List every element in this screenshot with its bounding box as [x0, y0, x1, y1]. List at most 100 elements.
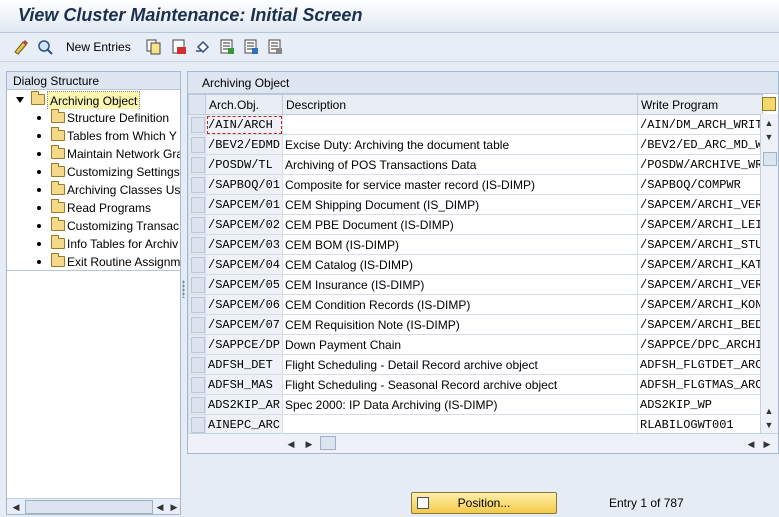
select-all-icon[interactable]: [218, 39, 235, 55]
description-cell: CEM BOM (IS-DIMP): [282, 234, 638, 255]
scroll-thumb[interactable]: [25, 500, 153, 514]
tree-node[interactable]: Exit Routine Assignm: [7, 253, 180, 271]
table-row[interactable]: /SAPPCE/DP Down Payment Chain/SAPPCE/DPC_…: [188, 334, 763, 355]
scroll-left-icon[interactable]: ◀: [284, 437, 298, 451]
table-row[interactable]: ADFSH_DET Flight Scheduling - Detail Reco…: [188, 354, 763, 375]
deselect-all-icon[interactable]: [266, 39, 283, 55]
row-selector[interactable]: [188, 394, 206, 415]
description-cell: CEM PBE Document (IS-DIMP): [282, 214, 638, 235]
table-row[interactable]: ADS2KIP_AR Spec 2000: IP Data Archiving (…: [188, 394, 763, 415]
tree-node[interactable]: Archiving Classes Us: [7, 181, 180, 199]
row-selector[interactable]: [188, 334, 206, 355]
arch-obj-cell[interactable]: /SAPCEM/01: [205, 194, 283, 215]
delete-icon[interactable]: [170, 39, 187, 55]
row-selector[interactable]: [188, 314, 206, 335]
arch-obj-cell[interactable]: ADFSH_MAS: [205, 374, 283, 395]
table-row[interactable]: /AIN/ARCH/AIN/DM_ARCH_WRIT: [188, 114, 763, 135]
tree-node-label: Archiving Object: [47, 91, 141, 109]
scroll-right-icon[interactable]: ▶: [760, 437, 774, 451]
scroll-left-icon[interactable]: ◀: [744, 437, 758, 451]
table-row[interactable]: /SAPCEM/01 CEM Shipping Document (IS_DIMP…: [188, 194, 763, 215]
folder-icon: [51, 199, 65, 213]
row-selector[interactable]: [188, 274, 206, 295]
arch-obj-cell[interactable]: /SAPCEM/04: [205, 254, 283, 275]
table-row[interactable]: /SAPCEM/05 CEM Insurance (IS-DIMP)/SAPCEM…: [188, 274, 763, 295]
arch-obj-cell[interactable]: AINEPC_ARC: [205, 414, 283, 435]
scroll-up-icon[interactable]: ▲: [762, 116, 776, 130]
scroll-right-icon[interactable]: ▶: [302, 437, 316, 451]
row-selector[interactable]: [188, 354, 206, 375]
copy-icon[interactable]: [145, 39, 162, 55]
arch-obj-cell[interactable]: /POSDW/TL: [205, 154, 283, 175]
tree-node[interactable]: Info Tables for Archiv: [7, 235, 180, 253]
row-selector[interactable]: [188, 134, 206, 155]
tree-node[interactable]: Maintain Network Gra: [7, 145, 180, 163]
scroll-left-icon[interactable]: ◀: [9, 500, 23, 514]
vertical-scrollbar[interactable]: ▲ ▼ ▲ ▼: [760, 114, 778, 434]
table-row[interactable]: /SAPCEM/04 CEM Catalog (IS-DIMP)/SAPCEM/A…: [188, 254, 763, 275]
position-button-label: Position...: [457, 496, 511, 510]
scroll-up-icon[interactable]: ▲: [762, 404, 776, 418]
arch-obj-cell[interactable]: /SAPCEM/06: [205, 294, 283, 315]
arch-obj-cell[interactable]: /SAPPCE/DP: [205, 334, 283, 355]
row-selector[interactable]: [188, 294, 206, 315]
column-header-arch-obj[interactable]: Arch.Obj.: [205, 94, 283, 115]
scroll-left-icon[interactable]: ◀: [153, 500, 167, 514]
row-selector[interactable]: [188, 374, 206, 395]
position-button[interactable]: Position...: [411, 492, 557, 514]
tree-node[interactable]: Read Programs: [7, 199, 180, 217]
dialog-structure-pane: Dialog Structure Archiving Object Struct…: [6, 71, 181, 515]
footer-bar: Position... Entry 1 of 787: [187, 454, 779, 517]
arch-obj-cell[interactable]: /AIN/ARCH: [205, 114, 283, 135]
scroll-down-icon[interactable]: ▼: [762, 418, 776, 432]
arch-obj-cell[interactable]: /BEV2/EDMD: [205, 134, 283, 155]
arch-obj-cell[interactable]: /SAPBOQ/01: [205, 174, 283, 195]
new-entries-button[interactable]: New Entries: [66, 40, 131, 54]
horizontal-scrollbar[interactable]: ◀ ◀ ▶: [7, 498, 180, 514]
scroll-thumb[interactable]: [320, 436, 336, 450]
table-row[interactable]: /BEV2/EDMD Excise Duty: Archiving the doc…: [188, 134, 763, 155]
table-row[interactable]: /SAPCEM/02 CEM PBE Document (IS-DIMP)/SAP…: [188, 214, 763, 235]
arch-obj-cell[interactable]: ADFSH_DET: [205, 354, 283, 375]
arch-obj-cell[interactable]: /SAPCEM/05: [205, 274, 283, 295]
row-selector[interactable]: [188, 114, 206, 135]
column-settings-icon[interactable]: [762, 97, 776, 111]
arch-obj-cell[interactable]: /SAPCEM/03: [205, 234, 283, 255]
collapse-triangle-icon[interactable]: [16, 97, 24, 103]
row-selector[interactable]: [188, 174, 206, 195]
arch-obj-cell[interactable]: /SAPCEM/07: [205, 314, 283, 335]
column-header-write-program[interactable]: Write Program: [637, 94, 763, 115]
tree-node[interactable]: Structure Definition: [7, 109, 180, 127]
row-selector[interactable]: [188, 414, 206, 435]
table-row[interactable]: /SAPCEM/03 CEM BOM (IS-DIMP)/SAPCEM/ARCHI…: [188, 234, 763, 255]
scroll-down-icon[interactable]: ▼: [762, 130, 776, 144]
glasses-icon[interactable]: [36, 39, 53, 55]
tree-node[interactable]: Customizing Transac: [7, 217, 180, 235]
row-selector[interactable]: [188, 154, 206, 175]
tree-node[interactable]: Customizing Settings: [7, 163, 180, 181]
pane-splitter[interactable]: [182, 280, 185, 298]
scroll-thumb[interactable]: [763, 152, 777, 166]
scroll-right-icon[interactable]: ▶: [167, 500, 181, 514]
horizontal-scrollbar[interactable]: ◀ ▶ ◀ ▶: [188, 433, 778, 453]
select-block-icon[interactable]: [242, 39, 259, 55]
table-row[interactable]: ADFSH_MAS Flight Scheduling - Seasonal Re…: [188, 374, 763, 395]
description-cell: Composite for service master record (IS-…: [282, 174, 638, 195]
table-row[interactable]: /POSDW/TL Archiving of POS Transactions D…: [188, 154, 763, 175]
row-selector[interactable]: [188, 254, 206, 275]
row-selector[interactable]: [188, 194, 206, 215]
change-display-icon[interactable]: [12, 39, 29, 55]
column-header-description[interactable]: Description: [282, 94, 638, 115]
select-all-cell[interactable]: [188, 94, 206, 115]
table-row[interactable]: /SAPCEM/06 CEM Condition Records (IS-DIMP…: [188, 294, 763, 315]
arch-obj-cell[interactable]: /SAPCEM/02: [205, 214, 283, 235]
tree-node[interactable]: Tables from Which Y: [7, 127, 180, 145]
undo-icon[interactable]: [194, 39, 211, 55]
table-row[interactable]: /SAPCEM/07 CEM Requisition Note (IS-DIMP)…: [188, 314, 763, 335]
tree-node-archiving-object[interactable]: Archiving Object: [7, 91, 180, 109]
table-row[interactable]: AINEPC_ARC RLABILOGWT001: [188, 414, 763, 435]
row-selector[interactable]: [188, 214, 206, 235]
table-row[interactable]: /SAPBOQ/01 Composite for service master r…: [188, 174, 763, 195]
arch-obj-cell[interactable]: ADS2KIP_AR: [205, 394, 283, 415]
row-selector[interactable]: [188, 234, 206, 255]
